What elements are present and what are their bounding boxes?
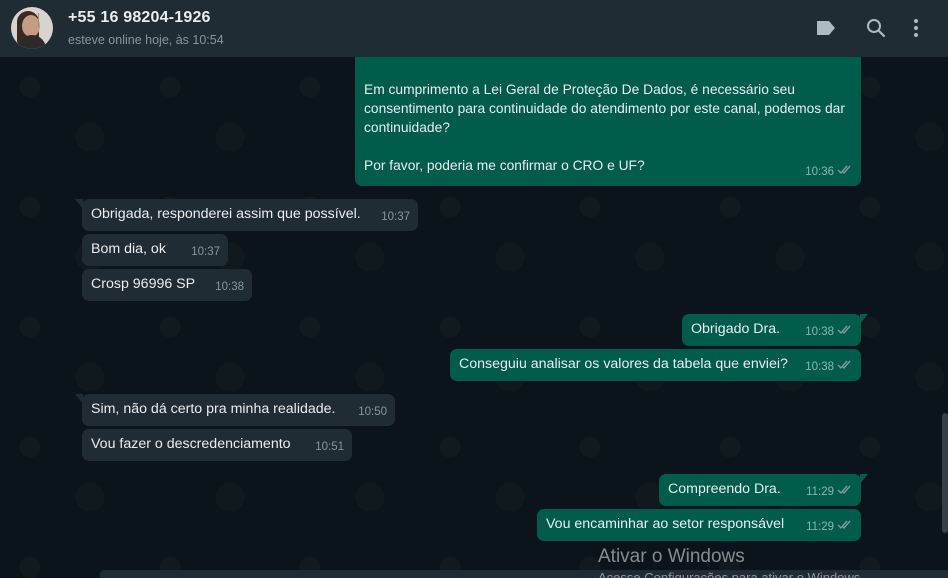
message-list[interactable]: Bom dia Dra. Thais Em cumprimento a Lei … <box>0 57 948 578</box>
menu-icon[interactable] <box>904 16 928 40</box>
message-incoming[interactable]: Sim, não dá certo pra minha realidade. 1… <box>75 394 395 426</box>
message-outgoing[interactable]: Obrigado Dra. 10:38 <box>682 314 868 346</box>
double-check-icon <box>837 518 853 537</box>
contact-last-seen: esteve online hoje, às 10:54 <box>68 33 224 47</box>
message-meta: 10:37 <box>381 208 410 227</box>
message-incoming[interactable]: Bom dia, ok 10:37 <box>82 234 228 266</box>
message-text: Obrigada, responderei assim que possível… <box>91 206 361 222</box>
message-meta: 10:38 <box>805 358 853 377</box>
chat-scrollbar[interactable] <box>942 413 948 533</box>
watermark-subtitle: Acesse Configurações para ativar o Windo… <box>598 570 864 578</box>
message-time: 10:36 <box>805 166 834 178</box>
message-text: Conseguiu analisar os valores da tabela … <box>459 356 788 372</box>
double-check-icon <box>837 163 853 182</box>
message-time: 10:38 <box>805 326 834 338</box>
message-time: 10:38 <box>805 361 834 373</box>
message-time: 10:51 <box>315 441 344 453</box>
message-outgoing[interactable]: Conseguiu analisar os valores da tabela … <box>450 349 861 381</box>
message-meta: 10:38 <box>215 278 244 297</box>
message-time: 10:38 <box>215 281 244 293</box>
message-incoming[interactable]: Vou fazer o descredenciamento 10:51 <box>82 429 352 461</box>
message-text: Bom dia Dra. Thais Em cumprimento a Lei … <box>364 57 845 173</box>
message-meta: 10:36 <box>805 163 853 182</box>
double-check-icon <box>837 358 853 377</box>
message-meta: 10:38 <box>805 323 853 342</box>
message-meta: 11:29 <box>806 518 853 537</box>
contact-name: +55 16 98204-1926 <box>68 9 211 26</box>
double-check-icon <box>837 483 853 502</box>
message-time: 11:29 <box>806 486 834 498</box>
message-time: 10:50 <box>358 406 387 418</box>
label-icon[interactable] <box>814 16 838 40</box>
message-incoming[interactable]: Crosp 96996 SP 10:38 <box>82 269 252 301</box>
watermark-title: Ativar o Windows <box>598 546 745 567</box>
windows-activation-watermark: Ativar o Windows Acesse Configurações pa… <box>598 546 864 578</box>
message-meta: 10:50 <box>358 403 387 422</box>
message-incoming[interactable]: Obrigada, responderei assim que possível… <box>75 199 418 231</box>
message-time: 10:37 <box>191 246 220 258</box>
message-time: 10:37 <box>381 211 410 223</box>
message-time: 11:29 <box>806 521 834 533</box>
message-text: Sim, não dá certo pra minha realidade. <box>91 401 336 417</box>
message-outgoing[interactable]: Compreendo Dra. 11:29 <box>659 474 868 506</box>
message-outgoing[interactable]: Vou encaminhar ao setor responsável 11:2… <box>537 509 861 541</box>
double-check-icon <box>837 323 853 342</box>
chat-header: +55 16 98204-1926 esteve online hoje, às… <box>0 0 948 57</box>
message-meta: 11:29 <box>806 483 853 502</box>
contact-info[interactable]: +55 16 98204-1926 esteve online hoje, às… <box>68 9 224 47</box>
contact-avatar[interactable] <box>11 7 53 49</box>
message-meta: 10:37 <box>191 243 220 262</box>
message-text: Vou fazer o descredenciamento <box>91 436 291 452</box>
search-icon[interactable] <box>864 16 888 40</box>
message-outgoing[interactable]: Bom dia Dra. Thais Em cumprimento a Lei … <box>355 57 861 186</box>
message-meta: 10:51 <box>315 438 344 457</box>
